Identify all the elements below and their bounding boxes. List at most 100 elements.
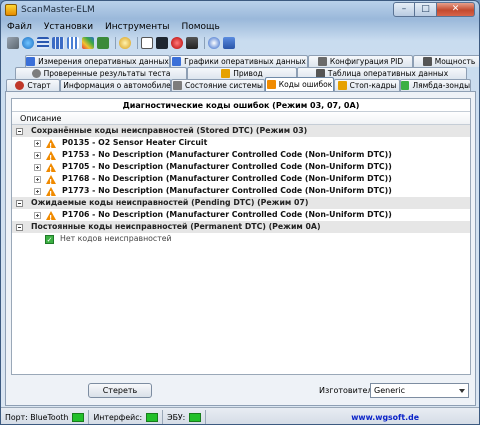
dtc-row[interactable]: P1768 - No Description (Manufacturer Con… bbox=[12, 173, 470, 188]
collapse-icon[interactable] bbox=[16, 127, 23, 135]
monitor-icon[interactable] bbox=[156, 36, 168, 49]
warning-icon bbox=[46, 138, 56, 152]
tab-label: Коды ошибок bbox=[278, 80, 333, 89]
chart-tab-icon bbox=[26, 57, 36, 66]
chevron-down-icon[interactable] bbox=[459, 389, 465, 393]
menu-file[interactable]: Файл bbox=[7, 22, 32, 32]
tab-label: Информация о автомобиле bbox=[63, 81, 171, 90]
expand-icon[interactable] bbox=[34, 187, 41, 195]
tab-power[interactable]: Мощность bbox=[413, 55, 479, 67]
red-circle-icon[interactable] bbox=[171, 36, 183, 49]
dtc-row[interactable]: P1753 - No Description (Manufacturer Con… bbox=[12, 149, 470, 164]
collapse-icon[interactable] bbox=[16, 223, 23, 231]
dtc-row[interactable]: P1706 - No Description (Manufacturer Con… bbox=[12, 209, 470, 224]
close-button[interactable]: ✕ bbox=[437, 2, 475, 17]
expand-icon[interactable] bbox=[34, 151, 41, 159]
puzzle-icon[interactable] bbox=[97, 36, 109, 49]
interface-status: Интерфейс: bbox=[89, 409, 164, 424]
toolbar-separator bbox=[115, 36, 116, 49]
maximize-button[interactable]: □ bbox=[415, 2, 437, 17]
menu-bar: Файл Установки Инструменты Помощь bbox=[1, 19, 479, 35]
exit-icon[interactable] bbox=[223, 36, 235, 49]
menu-tools[interactable]: Инструменты bbox=[105, 22, 169, 32]
list-icon[interactable] bbox=[37, 36, 49, 49]
clear-codes-button[interactable]: Стереть bbox=[88, 383, 152, 398]
grid-icon[interactable] bbox=[52, 36, 64, 49]
dtc-text: P1773 - No Description (Manufacturer Con… bbox=[62, 186, 392, 195]
battery-icon[interactable] bbox=[186, 36, 198, 49]
app-window: ScanMaster-ELM – □ ✕ Файл Установки Инст… bbox=[0, 0, 480, 425]
grid2-icon[interactable] bbox=[67, 36, 79, 49]
tab-start[interactable]: Старт bbox=[6, 79, 60, 91]
tab-vehicle-info[interactable]: Информация о автомобиле bbox=[60, 79, 171, 91]
tab-label: Стоп-кадры bbox=[349, 81, 397, 90]
tab-label: Состояние системы bbox=[185, 81, 263, 90]
port-status: Порт: BlueTooth bbox=[1, 409, 90, 424]
group-label: Сохранённые коды неисправностей (Stored … bbox=[31, 126, 308, 135]
dtc-text: P1706 - No Description (Manufacturer Con… bbox=[62, 210, 392, 219]
port-led-icon bbox=[72, 412, 85, 422]
tab-live-graphs[interactable]: Графики оперативных данных bbox=[170, 55, 308, 67]
dtc-text: P1768 - No Description (Manufacturer Con… bbox=[62, 174, 392, 183]
dtc-tree: Диагностические коды ошибок (Режим 03, 0… bbox=[11, 98, 471, 375]
tab-test-results[interactable]: Проверенные результаты теста bbox=[15, 67, 187, 79]
start-tab-icon bbox=[15, 81, 25, 90]
warning-icon bbox=[46, 210, 56, 224]
graph-tab-icon bbox=[172, 57, 182, 66]
chip-icon[interactable] bbox=[82, 36, 94, 49]
collapse-icon[interactable] bbox=[16, 199, 23, 207]
tab-label: Графики оперативных данных bbox=[184, 57, 306, 66]
manufacturer-select[interactable]: Generic bbox=[370, 383, 469, 398]
tab-live-measurements[interactable]: Измерения оперативных данных bbox=[25, 55, 170, 67]
warning-tab-icon bbox=[266, 80, 276, 89]
tab-label: Измерения оперативных данных bbox=[38, 57, 169, 66]
tab-label: Лямбда-зонды bbox=[412, 81, 470, 90]
freeze-tab-icon bbox=[337, 81, 347, 90]
minimize-button[interactable]: – bbox=[393, 2, 415, 17]
dtc-row[interactable]: P1773 - No Description (Manufacturer Con… bbox=[12, 185, 470, 200]
gear-icon[interactable] bbox=[119, 36, 131, 49]
no-codes-row: ✓ Нет кодов неисправностей bbox=[12, 233, 470, 245]
chat-icon[interactable] bbox=[141, 36, 153, 49]
expand-icon[interactable] bbox=[34, 211, 41, 219]
website-link[interactable]: www.wgsoft.de bbox=[351, 413, 419, 422]
ecu-text: ЭБУ: bbox=[167, 412, 186, 422]
no-codes-text: Нет кодов неисправностей bbox=[60, 234, 172, 243]
expand-icon[interactable] bbox=[34, 175, 41, 183]
group-label: Ожидаемые коды неисправностей (Pending D… bbox=[31, 198, 309, 207]
globe-icon[interactable] bbox=[22, 36, 34, 49]
toolbar-separator bbox=[204, 36, 205, 49]
group-stored-dtc[interactable]: Сохранённые коды неисправностей (Stored … bbox=[12, 125, 470, 137]
tab-label: Проверенные результаты теста bbox=[43, 69, 171, 78]
wrench-icon[interactable] bbox=[7, 36, 19, 49]
dtc-row[interactable]: P1705 - No Description (Manufacturer Con… bbox=[12, 161, 470, 176]
tab-label: Мощность bbox=[434, 57, 476, 66]
tab-system-status[interactable]: Состояние системы bbox=[171, 79, 265, 91]
tab-error-codes[interactable]: Коды ошибок bbox=[265, 77, 334, 91]
tab-pid-config[interactable]: Конфигурация PID bbox=[308, 55, 413, 67]
menu-settings[interactable]: Установки bbox=[44, 22, 93, 32]
dtc-row[interactable]: P0135 - O2 Sensor Heater Circuit bbox=[12, 137, 470, 152]
group-label: Постоянные коды неисправностей (Permanen… bbox=[31, 222, 321, 231]
column-header-description[interactable]: Описание bbox=[12, 112, 470, 125]
dtc-text: P0135 - O2 Sensor Heater Circuit bbox=[62, 138, 208, 147]
status-tab-icon bbox=[173, 81, 183, 90]
tab-freeze-frames[interactable]: Стоп-кадры bbox=[334, 79, 400, 91]
tab-lambda-sensors[interactable]: Лямбда-зонды bbox=[400, 79, 471, 91]
warning-icon bbox=[46, 162, 56, 176]
tab-row-1: Измерения оперативных данных Графики опе… bbox=[25, 55, 479, 67]
info-icon[interactable] bbox=[208, 36, 220, 49]
group-pending-dtc[interactable]: Ожидаемые коды неисправностей (Pending D… bbox=[12, 197, 470, 209]
tab-row-3: Старт Информация о автомобиле Состояние … bbox=[6, 77, 471, 91]
app-logo-icon bbox=[5, 4, 17, 16]
group-permanent-dtc[interactable]: Постоянные коды неисправностей (Permanen… bbox=[12, 221, 470, 233]
test-tab-icon bbox=[31, 69, 41, 78]
expand-icon[interactable] bbox=[34, 139, 41, 147]
expand-icon[interactable] bbox=[34, 163, 41, 171]
ecu-led-icon bbox=[189, 412, 202, 422]
tab-label: Конфигурация PID bbox=[329, 57, 404, 66]
dtc-text: P1753 - No Description (Manufacturer Con… bbox=[62, 150, 392, 159]
menu-help[interactable]: Помощь bbox=[181, 22, 219, 32]
title-bar[interactable]: ScanMaster-ELM – □ ✕ bbox=[1, 1, 479, 19]
window-title: ScanMaster-ELM bbox=[21, 5, 95, 15]
